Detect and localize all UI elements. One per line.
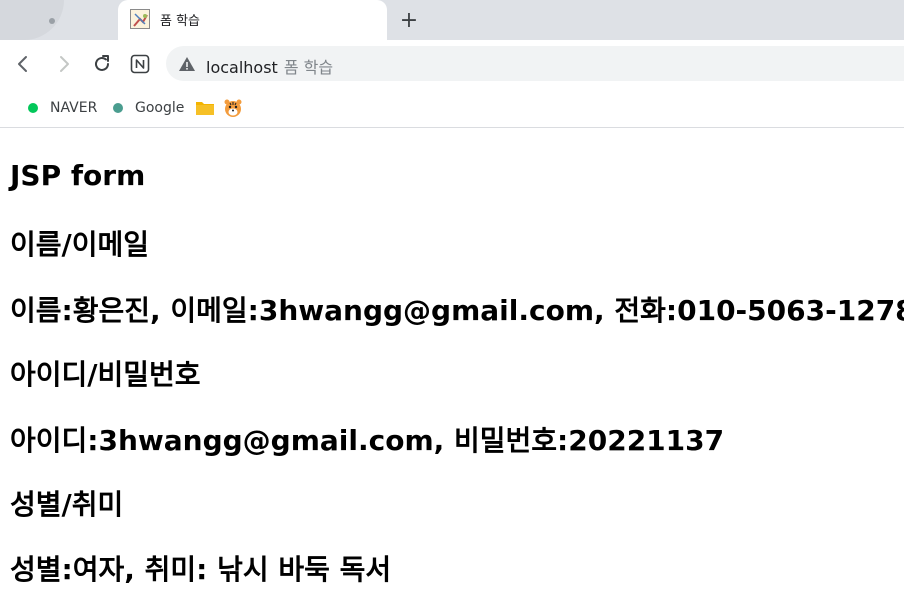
url-page-title: 폼 학습 [283,58,334,77]
bookmark-naver[interactable]: NAVER [28,98,97,118]
name-email-phone-values: 이름:황은진, 이메일:3hwangg@gmail.com, 전화:010-50… [10,294,904,327]
bookmark-google[interactable]: Google [113,98,184,118]
google-dot-icon [113,103,123,113]
not-secure-icon[interactable] [178,55,196,73]
address-bar[interactable]: localhost 폼 학습 [166,46,904,81]
naver-dot-icon [28,103,38,113]
gender-hobby-values: 성별:여자, 취미: 낚시 바둑 독서 [10,553,392,586]
active-tab[interactable]: 폼 학습 [118,0,387,40]
bookmarks-bar: NAVER Google [0,88,904,128]
address-text: localhost 폼 학습 [206,54,333,78]
previous-tab[interactable] [0,0,118,40]
toolbar: localhost 폼 학습 [0,40,904,88]
section-title-name-email: 이름/이메일 [10,228,150,261]
favicon-icon [130,9,150,29]
page-heading: JSP form [10,159,146,192]
arrow-left-icon [18,56,27,72]
id-password-values: 아이디:3hwangg@gmail.com, 비밀번호:20221137 [10,424,725,457]
reload-button[interactable] [90,52,114,76]
bookmark-label: Google [135,100,185,116]
tab-title: 폼 학습 [160,14,201,29]
new-tab-button[interactable]: + [397,9,421,33]
tab-indicator-dot [49,18,55,24]
folder-icon [196,102,214,115]
bookmark-tiger[interactable] [223,98,243,118]
extension-button[interactable] [128,52,152,76]
reload-icon [95,55,109,71]
section-title-id-password: 아이디/비밀번호 [10,358,201,391]
url-host: localhost [206,58,278,77]
tiger-icon [224,99,242,117]
back-button[interactable] [11,52,35,76]
n-extension-icon [130,54,150,74]
arrow-right-icon [60,56,69,72]
tab-strip: 폼 학습 + [0,0,904,40]
forward-button[interactable] [52,52,76,76]
bookmark-label: NAVER [50,100,98,116]
section-title-gender-hobby: 성별/취미 [10,488,124,521]
bookmark-folder[interactable] [195,98,215,118]
